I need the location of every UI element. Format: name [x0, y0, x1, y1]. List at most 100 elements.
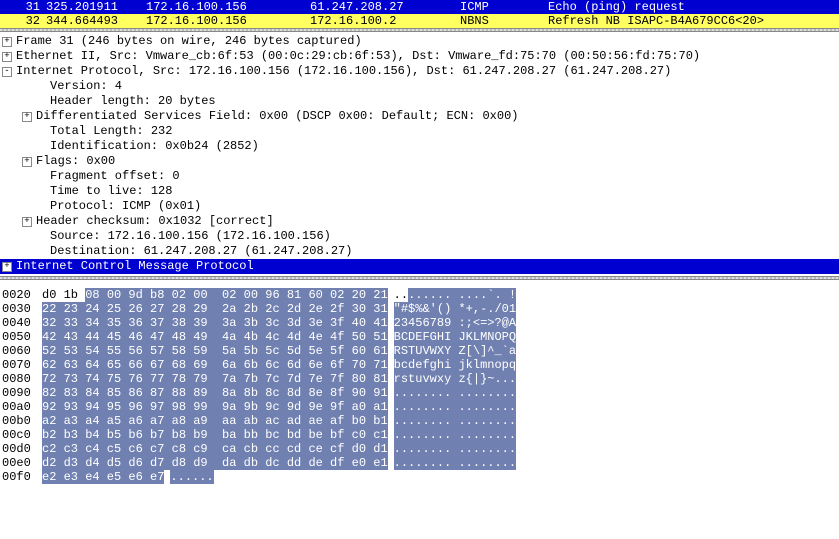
hex-line[interactable]: 00e0d2 d3 d4 d5 d6 d7 d8 d9 da db dc dd … — [2, 456, 839, 470]
hex-line[interactable]: 005042 43 44 45 46 47 48 49 4a 4b 4c 4d … — [2, 330, 839, 344]
hex-line[interactable]: 004032 33 34 35 36 37 38 39 3a 3b 3c 3d … — [2, 316, 839, 330]
hex-bytes-selected: 08 00 9d b8 02 00 02 00 96 81 60 02 20 2… — [85, 288, 387, 302]
col-info: Echo (ping) request — [548, 0, 839, 14]
hex-line[interactable]: 0020d0 1b 08 00 9d b8 02 00 02 00 96 81 … — [2, 288, 839, 302]
hex-offset: 00e0 — [2, 456, 42, 470]
packet-row[interactable]: 32344.664493172.16.100.156172.16.100.2NB… — [0, 14, 839, 28]
col-protocol: NBNS — [460, 14, 548, 28]
detail-row[interactable]: Source: 172.16.100.156 (172.16.100.156) — [0, 229, 839, 244]
hex-offset: 0090 — [2, 386, 42, 400]
hex-ascii-plain: .. — [394, 288, 408, 302]
hex-ascii-selected: 23456789 :;<=>?@A — [394, 316, 516, 330]
detail-text: Header checksum: 0x1032 [correct] — [36, 214, 274, 229]
hex-line[interactable]: 003022 23 24 25 26 27 28 29 2a 2b 2c 2d … — [2, 302, 839, 316]
detail-row[interactable]: + Frame 31 (246 bytes on wire, 246 bytes … — [0, 34, 839, 49]
hex-bytes-selected: e2 e3 e4 e5 e6 e7 — [42, 470, 164, 484]
detail-row[interactable]: -Internet Protocol, Src: 172.16.100.156 … — [0, 64, 839, 79]
detail-row[interactable]: Version: 4 — [0, 79, 839, 94]
hex-offset: 0060 — [2, 344, 42, 358]
detail-text: Total Length: 232 — [50, 124, 172, 139]
hex-ascii-selected: ........ ........ — [394, 386, 516, 400]
hex-bytes-selected: d2 d3 d4 d5 d6 d7 d8 d9 da db dc dd de d… — [42, 456, 388, 470]
detail-row[interactable]: + Differentiated Services Field: 0x00 (DS… — [0, 109, 839, 124]
hex-dump: 0020d0 1b 08 00 9d b8 02 00 02 00 96 81 … — [0, 288, 839, 484]
expand-icon[interactable]: + — [22, 157, 32, 167]
detail-text: Frame 31 (246 bytes on wire, 246 bytes c… — [16, 34, 362, 49]
detail-text: Source: 172.16.100.156 (172.16.100.156) — [50, 229, 331, 244]
detail-row[interactable]: Protocol: ICMP (0x01) — [0, 199, 839, 214]
expand-icon[interactable]: + — [2, 52, 12, 62]
col-info: Refresh NB ISAPC-B4A679CC6<20> — [548, 14, 839, 28]
hex-offset: 00f0 — [2, 470, 42, 484]
hex-line[interactable]: 009082 83 84 85 86 87 88 89 8a 8b 8c 8d … — [2, 386, 839, 400]
hex-bytes-selected: 22 23 24 25 26 27 28 29 2a 2b 2c 2d 2e 2… — [42, 302, 388, 316]
packet-list: 31325.201911172.16.100.15661.247.208.27I… — [0, 0, 839, 28]
hex-ascii-selected: RSTUVWXY Z[\]^_`a — [394, 344, 516, 358]
col-time: 344.664493 — [46, 14, 146, 28]
detail-text: Destination: 61.247.208.27 (61.247.208.2… — [50, 244, 352, 259]
expand-icon[interactable]: + — [2, 37, 12, 47]
hex-line[interactable]: 007062 63 64 65 66 67 68 69 6a 6b 6c 6d … — [2, 358, 839, 372]
hex-bytes-selected: 92 93 94 95 96 97 98 99 9a 9b 9c 9d 9e 9… — [42, 400, 388, 414]
detail-row[interactable]: Fragment offset: 0 — [0, 169, 839, 184]
detail-text: Internet Protocol, Src: 172.16.100.156 (… — [16, 64, 671, 79]
expand-icon[interactable]: + — [22, 112, 32, 122]
hex-bytes-selected: 52 53 54 55 56 57 58 59 5a 5b 5c 5d 5e 5… — [42, 344, 388, 358]
hex-bytes-selected: 82 83 84 85 86 87 88 89 8a 8b 8c 8d 8e 8… — [42, 386, 388, 400]
detail-text: Identification: 0x0b24 (2852) — [50, 139, 259, 154]
col-source: 172.16.100.156 — [146, 14, 310, 28]
detail-row[interactable]: Total Length: 232 — [0, 124, 839, 139]
detail-text: Internet Control Message Protocol — [16, 259, 254, 274]
hex-ascii-selected: bcdefghi jklmnopq — [394, 358, 516, 372]
hex-offset: 00d0 — [2, 442, 42, 456]
hex-ascii-selected: ........ ........ — [394, 442, 516, 456]
col-time: 325.201911 — [46, 0, 146, 14]
hex-bytes-selected: 72 73 74 75 76 77 78 79 7a 7b 7c 7d 7e 7… — [42, 372, 388, 386]
hex-ascii-selected: ........ ........ — [394, 400, 516, 414]
detail-row[interactable]: + Internet Control Message Protocol — [0, 259, 839, 274]
col-source: 172.16.100.156 — [146, 0, 310, 14]
hex-bytes-selected: b2 b3 b4 b5 b6 b7 b8 b9 ba bb bc bd be b… — [42, 428, 388, 442]
detail-row[interactable]: Header length: 20 bytes — [0, 94, 839, 109]
expand-icon[interactable]: - — [2, 67, 12, 77]
col-protocol: ICMP — [460, 0, 548, 14]
detail-text: Time to live: 128 — [50, 184, 172, 199]
detail-row[interactable]: Identification: 0x0b24 (2852) — [0, 139, 839, 154]
hex-offset: 0070 — [2, 358, 42, 372]
hex-ascii-selected: ........ ........ — [394, 428, 516, 442]
hex-ascii-selected: ...... — [170, 470, 213, 484]
detail-text: Version: 4 — [50, 79, 122, 94]
hex-offset: 0050 — [2, 330, 42, 344]
col-destination: 61.247.208.27 — [310, 0, 460, 14]
hex-bytes-selected: 42 43 44 45 46 47 48 49 4a 4b 4c 4d 4e 4… — [42, 330, 388, 344]
hex-ascii-selected: BCDEFGHI JKLMNOPQ — [394, 330, 516, 344]
detail-row[interactable]: +Ethernet II, Src: Vmware_cb:6f:53 (00:0… — [0, 49, 839, 64]
col-destination: 172.16.100.2 — [310, 14, 460, 28]
detail-row[interactable]: Time to live: 128 — [0, 184, 839, 199]
hex-offset: 0030 — [2, 302, 42, 316]
hex-ascii-selected: "#$%&'() *+,-./01 — [394, 302, 516, 316]
hex-line[interactable]: 00f0e2 e3 e4 e5 e6 e7 ...... — [2, 470, 839, 484]
hex-ascii-selected: ........ ........ — [394, 414, 516, 428]
packet-details: + Frame 31 (246 bytes on wire, 246 bytes … — [0, 32, 839, 276]
col-no: 32 — [0, 14, 46, 28]
hex-line[interactable]: 00d0c2 c3 c4 c5 c6 c7 c8 c9 ca cb cc cd … — [2, 442, 839, 456]
detail-row[interactable]: +Flags: 0x00 — [0, 154, 839, 169]
hex-offset: 00b0 — [2, 414, 42, 428]
packet-row[interactable]: 31325.201911172.16.100.15661.247.208.27I… — [0, 0, 839, 14]
hex-line[interactable]: 00a092 93 94 95 96 97 98 99 9a 9b 9c 9d … — [2, 400, 839, 414]
hex-bytes-selected: 62 63 64 65 66 67 68 69 6a 6b 6c 6d 6e 6… — [42, 358, 388, 372]
hex-ascii-selected: ........ ........ — [394, 456, 516, 470]
expand-icon[interactable]: + — [22, 217, 32, 227]
detail-text: Differentiated Services Field: 0x00 (DSC… — [36, 109, 518, 124]
hex-line[interactable]: 00b0a2 a3 a4 a5 a6 a7 a8 a9 aa ab ac ad … — [2, 414, 839, 428]
detail-row[interactable]: Destination: 61.247.208.27 (61.247.208.2… — [0, 244, 839, 259]
hex-line[interactable]: 00c0b2 b3 b4 b5 b6 b7 b8 b9 ba bb bc bd … — [2, 428, 839, 442]
detail-text: Header length: 20 bytes — [50, 94, 216, 109]
hex-offset: 00a0 — [2, 400, 42, 414]
col-no: 31 — [0, 0, 46, 14]
hex-line[interactable]: 008072 73 74 75 76 77 78 79 7a 7b 7c 7d … — [2, 372, 839, 386]
expand-icon[interactable]: + — [2, 262, 12, 272]
detail-row[interactable]: + Header checksum: 0x1032 [correct] — [0, 214, 839, 229]
hex-line[interactable]: 006052 53 54 55 56 57 58 59 5a 5b 5c 5d … — [2, 344, 839, 358]
